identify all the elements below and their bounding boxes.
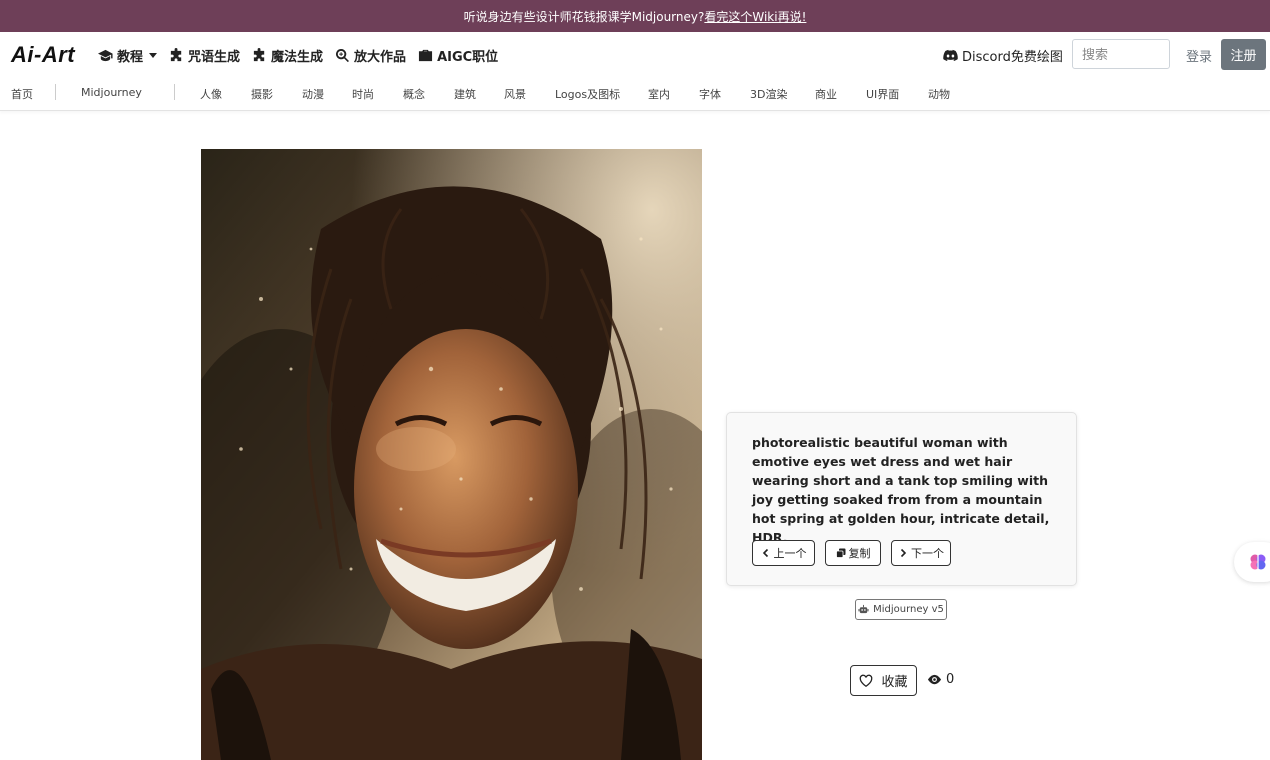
copy-label: 复制 [848,548,871,560]
graduation-cap-icon [98,49,113,62]
portrait-photo [201,149,702,760]
eye-icon [927,674,942,685]
site-logo[interactable]: Ai-Art [11,42,75,68]
main-navbar: Ai-Art 教程 咒语生成 魔法生成 放大作品 AIGC职位 Discord免… [0,32,1270,76]
category-divider [55,84,56,100]
favorite-label: 收藏 [881,674,908,689]
category-fashion[interactable]: 时尚 [352,86,374,102]
category-midjourney[interactable]: Midjourney [81,86,142,99]
category-landscape[interactable]: 风景 [504,86,526,102]
category-bar: 首页 Midjourney 人像 摄影 动漫 时尚 概念 建筑 风景 Logos… [0,76,1270,111]
generated-image[interactable] [201,149,702,760]
chevron-left-icon [762,548,768,558]
category-portrait[interactable]: 人像 [200,86,222,102]
chevron-right-icon [900,548,907,558]
menu-item-magic-gen[interactable]: 魔法生成 [252,46,323,65]
category-logos[interactable]: Logos及图标 [555,86,620,102]
prev-button[interactable]: 上一个 [752,540,815,566]
briefcase-icon [419,49,433,62]
discord-icon [943,49,958,61]
prev-label: 上一个 [773,548,807,560]
next-button[interactable]: 下一个 [891,540,951,566]
menu-item-upscale[interactable]: 放大作品 [335,46,406,65]
category-anime[interactable]: 动漫 [302,86,324,102]
category-3d-render[interactable]: 3D渲染 [750,86,787,102]
menu-item-label: 魔法生成 [271,50,324,65]
search-input[interactable] [1072,39,1170,69]
category-architecture[interactable]: 建筑 [454,86,476,102]
category-concept[interactable]: 概念 [403,86,425,102]
puzzle-icon [170,48,182,62]
category-animals[interactable]: 动物 [928,86,950,102]
zoom-icon [336,48,350,63]
category-interior[interactable]: 室内 [648,86,670,102]
menu-item-tutorial[interactable]: 教程 [98,46,158,65]
category-ui[interactable]: UI界面 [866,86,899,102]
main-menu: 教程 咒语生成 魔法生成 放大作品 AIGC职位 [98,46,498,65]
favorite-button[interactable]: 收藏 [850,665,917,696]
prompt-text: photorealistic beautiful woman with emot… [752,435,1050,545]
register-button[interactable]: 注册 [1221,39,1266,70]
caret-down-icon [149,53,158,58]
category-photography[interactable]: 摄影 [251,86,273,102]
view-counter: 0 [927,672,954,687]
model-label: Midjourney v5 [873,604,944,615]
prompt-card: photorealistic beautiful woman with emot… [726,412,1077,586]
menu-item-label: 教程 [117,50,144,65]
category-divider [174,84,175,100]
copy-icon [835,548,845,558]
model-badge[interactable]: Midjourney v5 [855,599,947,620]
promo-banner-link[interactable]: 看完这个Wiki再说! [704,8,806,25]
robot-icon [858,604,869,614]
menu-item-label: AIGC职位 [437,50,499,65]
views-count: 0 [946,672,955,687]
floating-assistant-button[interactable] [1234,542,1270,582]
puzzle-icon [253,48,265,62]
brain-icon [1250,554,1266,570]
category-typography[interactable]: 字体 [699,86,721,102]
category-business[interactable]: 商业 [815,86,837,102]
discord-label: Discord免费绘图 [962,50,1063,65]
discord-link[interactable]: Discord免费绘图 [943,46,1063,65]
login-link[interactable]: 登录 [1186,46,1212,65]
promo-banner-text: 听说身边有些设计师花钱报课学Midjourney? [463,9,705,24]
copy-button[interactable]: 复制 [825,540,881,566]
menu-item-label: 咒语生成 [188,50,241,65]
category-home[interactable]: 首页 [11,86,33,102]
heart-icon [860,674,873,687]
menu-item-label: 放大作品 [354,50,407,65]
menu-item-aigc-jobs[interactable]: AIGC职位 [418,46,498,65]
menu-item-prompt-gen[interactable]: 咒语生成 [169,46,240,65]
next-label: 下一个 [911,548,944,560]
promo-banner: 听说身边有些设计师花钱报课学Midjourney? 看完这个Wiki再说! [0,0,1270,32]
